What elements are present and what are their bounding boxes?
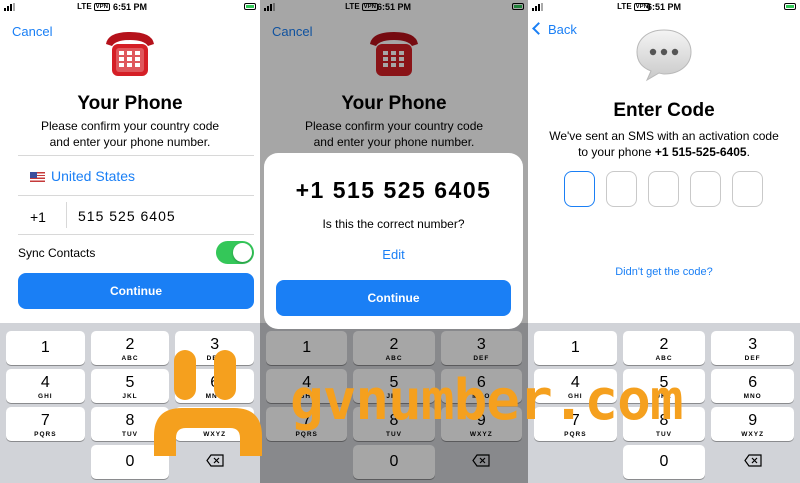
chevron-left-icon <box>532 22 545 35</box>
back-button[interactable]: Back <box>532 22 577 37</box>
key-1[interactable]: 1 <box>6 331 85 365</box>
sms-phone-number: +1 515-525-6405 <box>654 145 747 159</box>
sms-sent-message: We've sent an SMS with an activation cod… <box>549 129 779 159</box>
code-digit-box[interactable] <box>648 171 679 207</box>
key-digit: 1 <box>570 339 580 356</box>
continue-button[interactable]: Continue <box>276 280 511 316</box>
status-bar: LTE VPN 6:51 PM <box>528 0 800 14</box>
key-letters: GHI <box>38 393 53 400</box>
key-digit: 9 <box>748 412 758 429</box>
key-digit: 0 <box>659 453 669 470</box>
country-name: United States <box>51 168 136 184</box>
key-9[interactable]: 9 WXYZ <box>711 407 794 441</box>
key-2[interactable]: 2 ABC <box>622 331 706 365</box>
sync-contacts-label: Sync Contacts <box>18 246 96 260</box>
continue-button[interactable]: Continue <box>18 273 254 309</box>
key-letters: MNO <box>743 393 762 400</box>
sync-contacts-toggle[interactable] <box>216 241 254 264</box>
dialog-phone-number: +1 515 525 6405 <box>295 177 492 203</box>
key-letters: ABC <box>655 355 673 362</box>
country-code-field[interactable]: +1 <box>30 209 46 225</box>
key-0[interactable]: 0 <box>622 445 706 479</box>
us-flag-icon <box>30 172 45 182</box>
delete-key[interactable] <box>711 445 794 479</box>
page-title: Your Phone <box>77 93 183 114</box>
status-bar: LTE VPN 6:51 PM <box>0 0 260 14</box>
battery-icon <box>784 3 796 10</box>
vpn-badge: VPN <box>93 3 110 11</box>
signal-icon <box>532 3 546 11</box>
code-digit-box[interactable] <box>732 171 763 207</box>
field-divider <box>66 202 67 228</box>
code-digit-box[interactable] <box>690 171 721 207</box>
key-4[interactable]: 4 GHI <box>6 369 85 403</box>
code-input-group <box>564 171 764 207</box>
key-letters: PQRS <box>34 431 57 438</box>
key-3[interactable]: 3 DEF <box>711 331 794 365</box>
watermark-text: gvnumber.com <box>290 368 684 433</box>
country-selector[interactable]: United States <box>18 155 254 195</box>
phone-number-field[interactable]: 515 525 6405 <box>78 208 176 224</box>
code-digit-box[interactable] <box>564 171 595 207</box>
page-title: Enter Code <box>613 100 715 121</box>
battery-icon <box>244 3 256 10</box>
edit-button[interactable]: Edit <box>264 247 523 262</box>
key-7[interactable]: 7 PQRS <box>6 407 85 441</box>
dialog-question: Is this the correct number? <box>322 217 465 231</box>
backspace-icon <box>743 454 762 467</box>
key-digit: 2 <box>659 336 669 353</box>
key-digit: 3 <box>748 336 758 353</box>
phone-number-row: +1 515 525 6405 <box>18 195 254 235</box>
watermark-logo <box>154 350 262 456</box>
carrier-label: LTE VPN <box>77 2 110 11</box>
cancel-button[interactable]: Cancel <box>12 24 52 39</box>
key-digit: 6 <box>748 374 758 391</box>
telephone-icon <box>106 32 154 76</box>
key-digit: 4 <box>40 374 50 391</box>
key-1[interactable]: 1 <box>534 331 617 365</box>
key-letters: WXYZ <box>741 431 765 438</box>
key-digit: 7 <box>40 412 50 429</box>
page-subtitle: Please confirm your country code and ent… <box>40 119 220 149</box>
key-6[interactable]: 6 MNO <box>711 369 794 403</box>
code-digit-box[interactable] <box>606 171 637 207</box>
didnt-get-code-link[interactable]: Didn't get the code? <box>528 266 800 278</box>
key-digit: 1 <box>40 339 50 356</box>
signal-icon <box>4 3 18 11</box>
carrier-label: LTE VPN <box>617 2 650 11</box>
key-letters: DEF <box>744 355 761 362</box>
status-time: 6:51 PM <box>646 2 682 12</box>
speech-bubble-icon <box>636 29 692 82</box>
confirm-number-dialog: +1 515 525 6405 Is this the correct numb… <box>264 153 523 329</box>
status-time: 6:51 PM <box>112 2 148 12</box>
